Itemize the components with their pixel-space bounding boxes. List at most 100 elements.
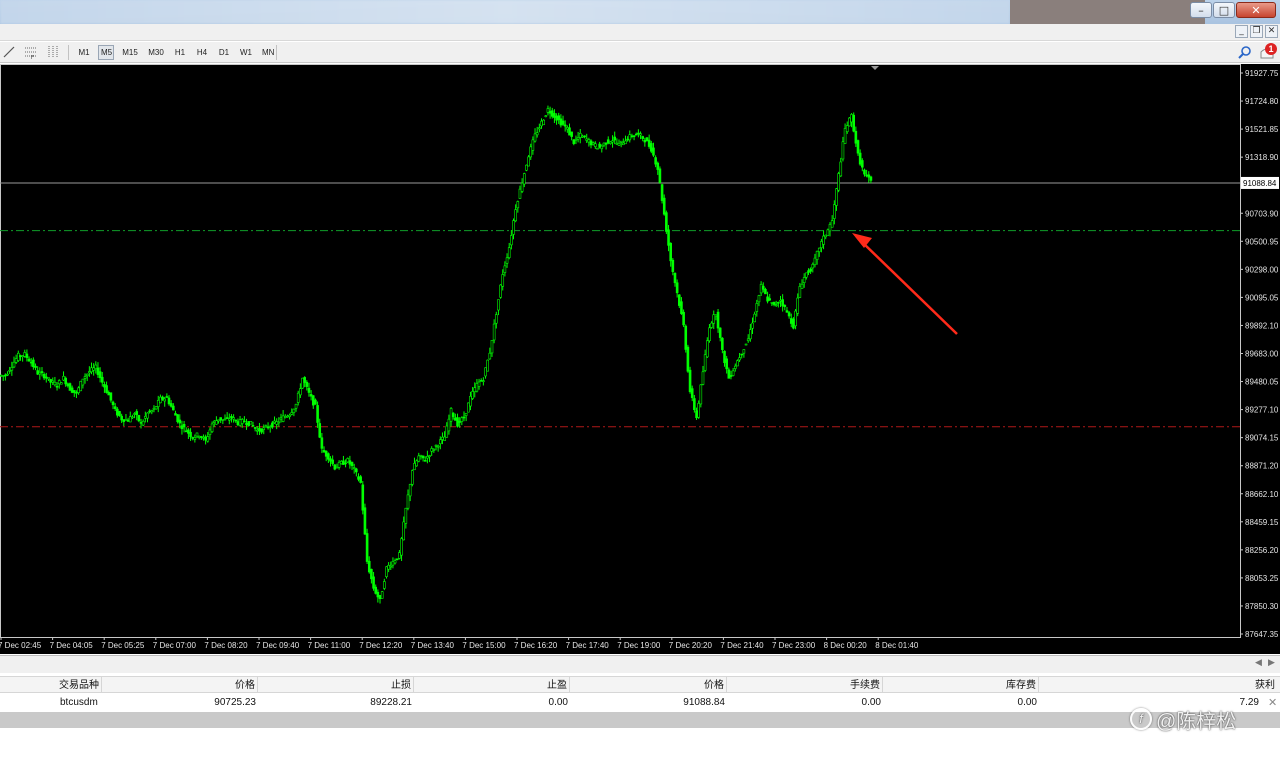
- col-header-profit[interactable]: 获利: [1039, 677, 1277, 692]
- candle-body: [163, 398, 167, 402]
- timeframe-m5-button[interactable]: M5: [98, 45, 114, 60]
- candle-body: [746, 338, 750, 342]
- timeframe-h4-button[interactable]: H4: [194, 45, 210, 60]
- candle-body: [187, 429, 190, 434]
- maximize-button[interactable]: □: [1213, 2, 1235, 18]
- price-tick-label: 90298.00: [1245, 265, 1279, 274]
- candle-body: [619, 140, 623, 143]
- candle-body: [684, 325, 688, 350]
- price-tick-label: 91927.75: [1245, 69, 1279, 78]
- candle-body: [251, 425, 255, 427]
- candle-body: [421, 455, 425, 459]
- candle-body: [658, 168, 662, 183]
- window-titlebar[interactable]: – □ ✕: [0, 0, 1280, 24]
- timeframe-d1-button[interactable]: D1: [216, 45, 232, 60]
- candle-body: [398, 552, 401, 559]
- candle-body: [688, 369, 692, 393]
- candle-body: [296, 392, 300, 403]
- trendline-icon[interactable]: [2, 45, 16, 59]
- timeframe-mn-button[interactable]: MN: [260, 45, 276, 60]
- price-chart[interactable]: 91927.7591724.8091521.8591318.9090913.00…: [0, 64, 1280, 654]
- candle-body: [344, 462, 347, 465]
- price-tick-label: 88256.20: [1245, 546, 1279, 555]
- candle-body: [92, 367, 95, 371]
- table-row[interactable]: btcusdm 90725.23 89228.21 0.00 91088.84 …: [0, 694, 1280, 712]
- candle-body: [826, 229, 830, 236]
- candle-body: [499, 284, 502, 298]
- scroll-right-icon[interactable]: ▶: [1268, 658, 1275, 668]
- candle-body: [477, 381, 481, 387]
- candle-body: [602, 142, 606, 146]
- candle-body: [727, 369, 731, 379]
- col-header-take-profit[interactable]: 止盈: [414, 677, 570, 692]
- col-header-swap[interactable]: 库存费: [883, 677, 1039, 692]
- time-tick-label: 7 Dec 15:00: [462, 641, 506, 650]
- candle-body: [309, 394, 313, 397]
- candle-body: [768, 298, 772, 301]
- scroll-left-icon[interactable]: ◀: [1255, 658, 1262, 668]
- candle-body: [417, 455, 421, 462]
- grid-tool-icon[interactable]: [46, 45, 60, 59]
- candle-body: [837, 173, 840, 191]
- price-tick-label: 90703.90: [1245, 209, 1279, 218]
- candle-body: [626, 138, 629, 141]
- toolbar-separator: [276, 45, 277, 60]
- close-button[interactable]: ✕: [1236, 2, 1276, 18]
- candle-body: [355, 468, 358, 473]
- cell-stop-loss: 89228.21: [370, 697, 412, 708]
- timeframe-m1-button[interactable]: M1: [76, 45, 92, 60]
- candle-body: [794, 310, 797, 327]
- candle-body: [47, 377, 50, 380]
- price-tick-label: 88871.20: [1245, 462, 1279, 471]
- horizontal-scroll-row[interactable]: ◀ ▶: [0, 655, 1280, 673]
- time-tick-label: 7 Dec 16:20: [514, 641, 558, 650]
- candle-body: [320, 437, 324, 449]
- col-header-stop-loss[interactable]: 止损: [258, 677, 414, 692]
- timeframe-w1-button[interactable]: W1: [238, 45, 254, 60]
- toolbar: F M1 M5 M15 M30 H1 H4 D1 W1 MN 1: [0, 42, 1280, 63]
- search-icon[interactable]: [1238, 45, 1252, 59]
- col-header-current-price[interactable]: 价格: [570, 677, 727, 692]
- candle-body: [342, 460, 345, 465]
- timeframe-m15-button[interactable]: M15: [120, 45, 140, 60]
- timeframe-h1-button[interactable]: H1: [172, 45, 188, 60]
- minimize-button[interactable]: –: [1190, 2, 1212, 18]
- candle-body: [863, 169, 866, 175]
- col-header-symbol[interactable]: 交易品种: [0, 677, 102, 692]
- price-tick-label: 89074.15: [1245, 434, 1279, 443]
- timeframe-m30-button[interactable]: M30: [146, 45, 166, 60]
- chart-canvas[interactable]: 91927.7591724.8091521.8591318.9090913.00…: [0, 64, 1280, 654]
- candle-body: [124, 419, 128, 421]
- candle-body: [451, 412, 455, 417]
- candle-body: [262, 427, 266, 430]
- candle-body: [781, 299, 784, 307]
- candle-body: [128, 416, 132, 423]
- candle-body: [210, 423, 214, 432]
- candle-body: [475, 383, 479, 392]
- candle-body: [243, 420, 246, 423]
- col-header-commission[interactable]: 手续费: [727, 677, 883, 692]
- col-header-open-price[interactable]: 价格: [102, 677, 258, 692]
- candle-body: [772, 301, 776, 305]
- candle-body: [749, 329, 752, 340]
- candle-body: [520, 182, 524, 192]
- price-tick-label: 89892.10: [1245, 321, 1279, 330]
- candle-body: [568, 127, 571, 136]
- chart-restore-button[interactable]: ❐: [1250, 25, 1263, 38]
- candle-body: [535, 132, 539, 136]
- close-position-icon[interactable]: ✕: [1268, 694, 1277, 712]
- candle-body: [561, 120, 565, 125]
- candle-body: [824, 234, 828, 238]
- candle-body: [820, 241, 823, 249]
- chart-close-button[interactable]: ✕: [1265, 25, 1278, 38]
- fibonacci-icon[interactable]: F: [24, 45, 38, 61]
- candle-body: [815, 250, 819, 260]
- candle-body: [802, 277, 806, 283]
- candle-body: [8, 369, 11, 372]
- candle-body: [90, 367, 93, 373]
- candle-body: [548, 111, 552, 114]
- candle-body: [367, 560, 371, 573]
- candle-body: [156, 400, 160, 407]
- candle-body: [471, 391, 474, 399]
- chart-minimize-button[interactable]: _: [1235, 25, 1248, 38]
